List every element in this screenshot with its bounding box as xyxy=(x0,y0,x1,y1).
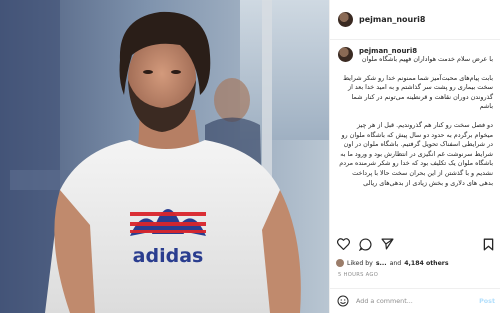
likes-prefix: Liked by xyxy=(347,259,373,267)
like-heart-icon[interactable] xyxy=(336,237,350,251)
caption-paragraph-2: دو فصل سخت رو کنار هم گذروندیم. قبل از ه… xyxy=(339,120,493,187)
adidas-logo xyxy=(130,209,206,236)
liker-avatar xyxy=(336,259,344,267)
share-icon[interactable] xyxy=(380,237,394,251)
caption-area: pejman_nouri8 با عرض سلام خدمت هواداران … xyxy=(330,41,500,231)
likes-count[interactable]: 4,184 others xyxy=(404,260,448,267)
bookmark-icon[interactable] xyxy=(481,237,495,251)
caption-paragraph-1: بابت پیام‌های محبت‌آمیز شما ممنونم خدا ر… xyxy=(343,73,493,111)
caption-body: pejman_nouri8 با عرض سلام خدمت هواداران … xyxy=(359,47,493,65)
post-comment-button[interactable]: Post xyxy=(479,297,495,305)
post-photo[interactable]: adidas xyxy=(0,0,329,313)
action-bar xyxy=(330,234,500,254)
comment-icon[interactable] xyxy=(358,237,372,251)
shirt-brand-text: adidas xyxy=(133,245,204,267)
caption-row: pejman_nouri8 با عرض سلام خدمت هواداران … xyxy=(338,47,493,65)
caption-greeting: با عرض سلام خدمت هواداران فهیم باشگاه مل… xyxy=(361,55,493,63)
caption-avatar[interactable] xyxy=(338,47,353,62)
header-username[interactable]: pejman_nouri8 xyxy=(359,15,425,24)
likes-line[interactable]: Liked by s... and 4,184 others xyxy=(336,258,496,268)
add-comment-bar: Add a comment... Post xyxy=(330,288,500,313)
post-timestamp: 5 HOURS AGO xyxy=(338,272,379,278)
comment-input[interactable]: Add a comment... xyxy=(356,297,473,305)
caption-username[interactable]: pejman_nouri8 xyxy=(359,47,493,55)
emoji-icon[interactable] xyxy=(336,294,350,308)
post-header: pejman_nouri8 xyxy=(330,0,500,40)
liker-name[interactable]: s... xyxy=(376,260,387,267)
avatar[interactable] xyxy=(338,12,353,27)
post-side-panel: pejman_nouri8 pejman_nouri8 با عرض سلام … xyxy=(329,0,500,313)
likes-and: and xyxy=(389,259,402,267)
